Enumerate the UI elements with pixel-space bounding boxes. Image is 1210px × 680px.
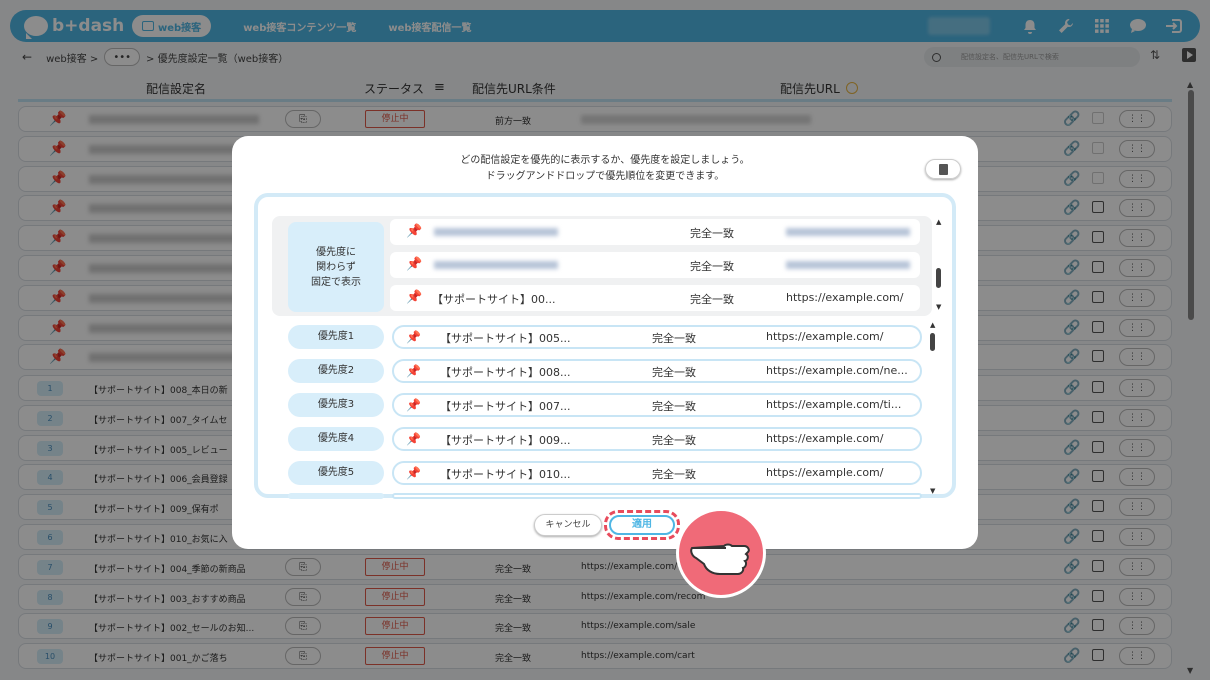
priority-item[interactable]: 📌 【サポートサイト】010... 完全一致 https://example.com/: [392, 461, 922, 485]
pin-icon: 📌: [406, 257, 423, 272]
priority-item-url: https://example.com/: [766, 466, 884, 479]
priority-item-name: 【サポートサイト】005...: [440, 332, 571, 345]
scroll-up-arrow[interactable]: ▲: [936, 218, 941, 226]
priority-item-name: 【サポートサイト】007...: [440, 400, 571, 413]
pin-icon[interactable]: 📌: [406, 330, 421, 344]
priority-label: 優先度4: [288, 427, 384, 451]
manual-button[interactable]: [925, 159, 961, 179]
fixed-label-line-3: 固定で表示: [311, 277, 361, 288]
fixed-item-condition: 完全一致: [690, 260, 734, 273]
priority-item[interactable]: 📌 【サポートサイト】007... 完全一致 https://example.com/…: [392, 393, 922, 417]
fixed-display-group: 優先度に 関わらず 固定で表示 📌 完全一致 📌 完全一致 📌 【サポートサイト…: [272, 216, 941, 316]
priority-label: 優先度2: [288, 359, 384, 383]
fixed-list-scrollbar[interactable]: ▲ ▼: [936, 216, 944, 316]
priority-label: 優先度1: [288, 325, 384, 349]
priority-item-url: https://example.com/: [766, 432, 884, 445]
priority-modal: どの配信設定を優先的に表示するか、優先度を設定しましょう。 ドラッグアンドドロッ…: [232, 136, 978, 549]
pin-icon[interactable]: 📌: [406, 466, 421, 480]
priority-item-name: 【サポートサイト】008...: [440, 366, 571, 379]
fixed-item-name: 【サポートサイト】00...: [432, 293, 556, 306]
blurred-url: [786, 261, 910, 269]
fixed-item-url: https://example.com/: [786, 291, 904, 304]
pin-icon: 📌: [406, 224, 423, 239]
blurred-url: [786, 228, 910, 236]
priority-item-condition: 完全一致: [652, 468, 696, 481]
fixed-label-line-1: 優先度に: [316, 247, 356, 258]
priority-item-condition: 完全一致: [652, 332, 696, 345]
blurred-name: [434, 228, 558, 236]
priority-list-scrollbar[interactable]: ▲ ▼: [930, 321, 938, 497]
scrollbar-thumb[interactable]: [936, 268, 941, 288]
fixed-display-label: 優先度に 関わらず 固定で表示: [288, 222, 384, 312]
blurred-name: [434, 261, 558, 269]
description-line-2: ドラッグアンドドロップで優先順位を変更できます。: [485, 171, 725, 182]
priority-item-condition: 完全一致: [652, 400, 696, 413]
pin-icon[interactable]: 📌: [406, 398, 421, 412]
priority-item[interactable]: [392, 493, 922, 499]
priority-item-condition: 完全一致: [652, 366, 696, 379]
pin-icon: 📌: [406, 290, 423, 305]
priority-label: 優先度3: [288, 393, 384, 417]
modal-description: どの配信設定を優先的に表示するか、優先度を設定しましょう。 ドラッグアンドドロッ…: [232, 153, 978, 185]
pin-icon[interactable]: 📌: [406, 432, 421, 446]
scroll-down-arrow[interactable]: ▼: [930, 487, 935, 495]
fixed-label-line-2: 関わらず: [316, 262, 356, 273]
priority-item-condition: 完全一致: [652, 434, 696, 447]
fixed-item-condition: 完全一致: [690, 293, 734, 306]
priority-label: 優先度5: [288, 461, 384, 485]
fixed-item[interactable]: 📌 完全一致: [390, 219, 920, 245]
description-line-1: どの配信設定を優先的に表示するか、優先度を設定しましょう。: [460, 155, 750, 166]
pointing-hand-icon: [676, 508, 766, 598]
scroll-down-arrow[interactable]: ▼: [936, 303, 941, 311]
priority-item[interactable]: 📌 【サポートサイト】009... 完全一致 https://example.com/: [392, 427, 922, 451]
priority-list-frame: 優先度に 関わらず 固定で表示 📌 完全一致 📌 完全一致 📌 【サポートサイト…: [254, 193, 956, 499]
priority-item[interactable]: 📌 【サポートサイト】005... 完全一致 https://example.com/: [392, 325, 922, 349]
apply-button[interactable]: 適用: [609, 515, 675, 535]
pin-icon[interactable]: 📌: [406, 364, 421, 378]
priority-item-url: https://example.com/ti...: [766, 398, 902, 411]
priority-item-url: https://example.com/: [766, 330, 884, 343]
cancel-button[interactable]: キャンセル: [534, 514, 602, 536]
priority-item-name: 【サポートサイト】010...: [440, 468, 571, 481]
fixed-item[interactable]: 📌 【サポートサイト】00... 完全一致 https://example.co…: [390, 285, 920, 311]
priority-item-name: 【サポートサイト】009...: [440, 434, 571, 447]
fixed-item-condition: 完全一致: [690, 227, 734, 240]
document-icon: [938, 163, 948, 175]
fixed-item[interactable]: 📌 完全一致: [390, 252, 920, 278]
priority-label: [288, 493, 384, 499]
priority-item-url: https://example.com/ne...: [766, 364, 908, 377]
scroll-up-arrow[interactable]: ▲: [930, 321, 935, 329]
scrollbar-thumb[interactable]: [930, 333, 935, 351]
priority-item[interactable]: 📌 【サポートサイト】008... 完全一致 https://example.com/…: [392, 359, 922, 383]
